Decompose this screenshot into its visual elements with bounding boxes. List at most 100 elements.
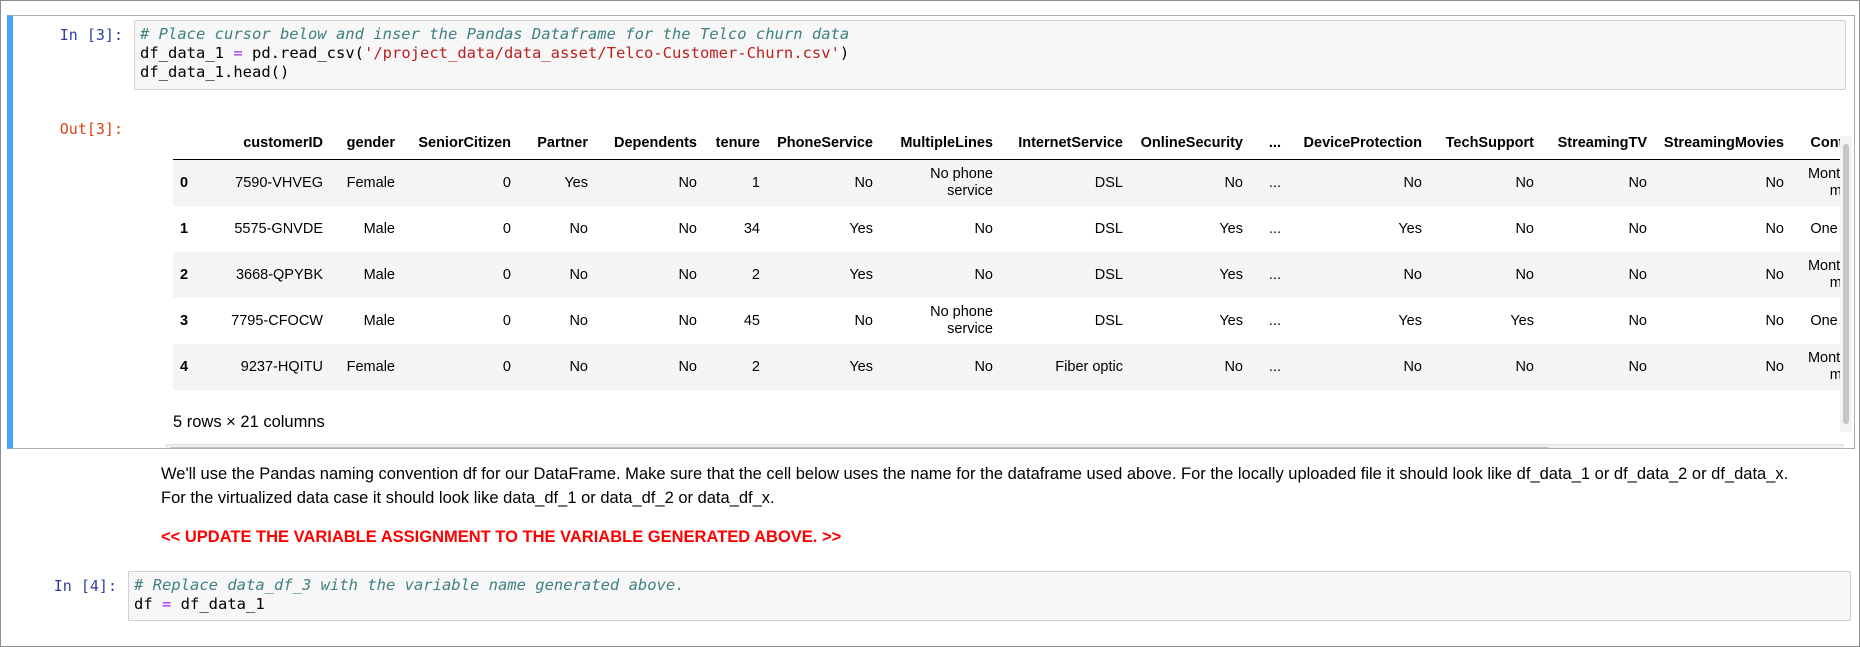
table-column-header: StreamingTV — [1541, 127, 1654, 160]
table-cell: No — [1515, 358, 1534, 375]
vertical-scrollbar[interactable] — [1840, 136, 1852, 432]
table-row: 4 9237-HQITU Female 0 No No 2 Yes No Fiber optic N… — [173, 344, 1844, 390]
table-cell: One year — [1810, 312, 1844, 329]
table-cell: ... — [1268, 220, 1281, 237]
table-cell: 2 — [751, 266, 760, 283]
table-cell: Month-to-month — [1807, 166, 1844, 199]
table-column-header: gender — [330, 127, 402, 160]
table-cell: 0 — [502, 220, 511, 237]
table-cell: DSL — [1094, 220, 1123, 237]
table-cell: No — [678, 266, 697, 283]
table-cell: 1 — [751, 174, 760, 191]
table-cell: Fiber optic — [1055, 358, 1123, 375]
table-cell: No — [1628, 358, 1647, 375]
table-cell: No — [1515, 266, 1534, 283]
code-line-2: df_data_1 = pd.read_csv('/project_data/d… — [140, 44, 849, 62]
table-cell: 0 — [502, 174, 511, 191]
table-cell: No — [1403, 174, 1422, 191]
table-column-header: tenure — [704, 127, 767, 160]
in-prompt-3: In [3]: — [59, 26, 123, 44]
code-cell-4[interactable]: In [4]: # Replace data_df_3 with the var… — [7, 571, 1855, 627]
scrollbar-thumb[interactable] — [1843, 144, 1849, 424]
table-cell: No phone service — [930, 166, 993, 199]
code-comment: # Replace data_df_3 with the variable na… — [134, 576, 685, 594]
table-cell: ... — [1268, 358, 1281, 375]
table-row-index: 3 — [180, 312, 189, 329]
table-row: 3 7795-CFOCW Male 0 No No 45 No No phone service… — [173, 298, 1844, 344]
code-operator: = — [162, 595, 172, 613]
table-cell: 0 — [502, 312, 511, 329]
code-line-1: # Place cursor below and inser the Panda… — [140, 25, 849, 43]
scrollbar-thumb[interactable] — [169, 447, 1550, 448]
code-token: df_data_1 — [140, 44, 234, 62]
table-cell: Male — [363, 266, 395, 283]
table-row-index: 2 — [180, 266, 189, 283]
table-cell: No — [1224, 358, 1243, 375]
code-string: '/project_data/data_asset/Telco-Customer… — [364, 44, 840, 62]
output-area-3: customerID gender SeniorCitizen Partner Depe… — [165, 118, 1844, 448]
code-input-3[interactable]: # Place cursor below and inser the Panda… — [134, 20, 1846, 90]
code-input-4[interactable]: # Replace data_df_3 with the variable na… — [128, 571, 1851, 621]
table-cell: No — [1403, 358, 1422, 375]
table-cell: 2 — [751, 358, 760, 375]
table-cell: Yes — [1219, 266, 1243, 283]
table-cell: No — [1403, 266, 1422, 283]
table-row-index: 4 — [180, 358, 189, 375]
table-cell: No phone service — [930, 304, 993, 337]
table-column-header: SeniorCitizen — [402, 127, 518, 160]
table-cell: No — [1515, 220, 1534, 237]
table-cell: Male — [363, 312, 395, 329]
table-cell: Female — [346, 174, 395, 191]
table-cell: 45 — [743, 312, 760, 329]
table-cell: No — [1628, 174, 1647, 191]
table-cell: No — [854, 174, 873, 191]
table-cell: Month-to-month — [1807, 258, 1844, 291]
code-comment: # Place cursor below and inser the Panda… — [140, 25, 850, 43]
table-column-header: StreamingMovies — [1654, 127, 1791, 160]
table-header-row: customerID gender SeniorCitizen Partner Depe… — [173, 127, 1844, 160]
table-column-header: MultipleLines — [880, 127, 1000, 160]
table-cell: DSL — [1094, 174, 1123, 191]
table-cell: 7795-CFOCW — [231, 312, 323, 329]
table-cell: No — [1765, 220, 1784, 237]
table-row-index: 0 — [180, 174, 189, 191]
warning-text: << UPDATE THE VARIABLE ASSIGNMENT TO THE… — [161, 528, 842, 546]
table-cell: Yes — [1398, 312, 1422, 329]
table-column-header: Dependents — [595, 127, 704, 160]
table-cell: Yes — [1510, 312, 1534, 329]
table-cell: 3668-QPYBK — [235, 266, 323, 283]
table-row: 2 3668-QPYBK Male 0 No No 2 Yes No DSL Yes... No No N… — [173, 252, 1844, 298]
dataframe-table: customerID gender SeniorCitizen Partner Depe… — [173, 127, 1844, 390]
table-cell: 0 — [502, 358, 511, 375]
code-token: df — [134, 595, 162, 613]
table-index-header — [173, 127, 207, 160]
table-column-header: PhoneService — [767, 127, 880, 160]
table-column-header: TechSupport — [1429, 127, 1541, 160]
code-token: df_data_1 — [171, 595, 265, 613]
table-cell: Yes — [849, 358, 873, 375]
table-cell: No — [569, 220, 588, 237]
table-cell: No — [854, 312, 873, 329]
code-cell-3[interactable]: In [3]: # Place cursor below and inser t… — [7, 15, 1855, 449]
table-cell: No — [569, 358, 588, 375]
table-column-header: customerID — [207, 127, 330, 160]
table-row: 1 5575-GNVDE Male 0 No No 34 Yes No DSL Yes... Yes N… — [173, 206, 1844, 252]
table-cell: Yes — [564, 174, 588, 191]
table-column-header: OnlineSecurity — [1130, 127, 1250, 160]
table-column-header: InternetService — [1000, 127, 1130, 160]
table-cell: One year — [1810, 220, 1844, 237]
table-cell: No — [1765, 312, 1784, 329]
table-row: 0 7590-VHVEG Female 0 Yes No 1 No No phone servi… — [173, 159, 1844, 206]
code-operator: = — [233, 44, 243, 62]
code-token: pd.read_csv( — [242, 44, 364, 62]
table-cell: No — [974, 220, 993, 237]
table-cell: Male — [363, 220, 395, 237]
horizontal-scrollbar[interactable] — [165, 444, 1844, 448]
table-cell: No — [569, 266, 588, 283]
table-cell: ... — [1268, 312, 1281, 329]
table-column-header: DeviceProtection — [1288, 127, 1429, 160]
table-cell: No — [1765, 174, 1784, 191]
table-cell: 5575-GNVDE — [234, 220, 323, 237]
code-token: df_data_1.head() — [140, 63, 290, 81]
table-cell: ... — [1268, 266, 1281, 283]
